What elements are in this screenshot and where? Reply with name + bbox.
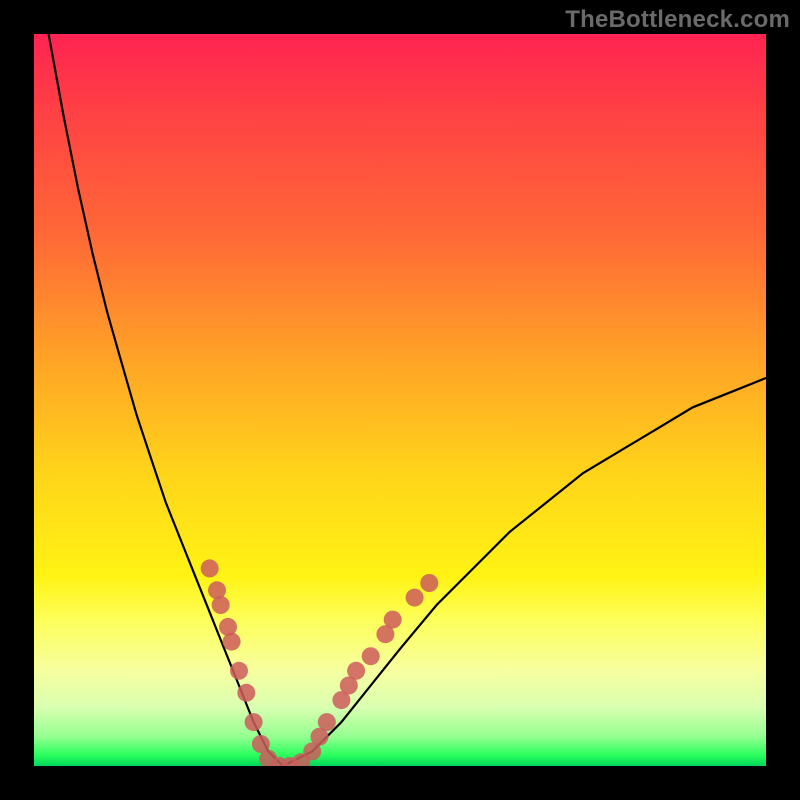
marker-point xyxy=(420,574,438,592)
bottleneck-curve xyxy=(49,34,766,766)
chart-svg xyxy=(34,34,766,766)
marker-point xyxy=(384,611,402,629)
curve-path xyxy=(49,34,766,766)
marker-point xyxy=(237,684,255,702)
plot-area xyxy=(34,34,766,766)
chart-frame: TheBottleneck.com xyxy=(0,0,800,800)
marker-point xyxy=(406,589,424,607)
marker-point xyxy=(230,662,248,680)
marker-point xyxy=(212,596,230,614)
watermark-text: TheBottleneck.com xyxy=(565,6,790,34)
data-markers xyxy=(201,559,439,766)
marker-point xyxy=(347,662,365,680)
marker-point xyxy=(223,633,241,651)
marker-point xyxy=(201,559,219,577)
marker-point xyxy=(362,647,380,665)
marker-point xyxy=(318,713,336,731)
marker-point xyxy=(245,713,263,731)
